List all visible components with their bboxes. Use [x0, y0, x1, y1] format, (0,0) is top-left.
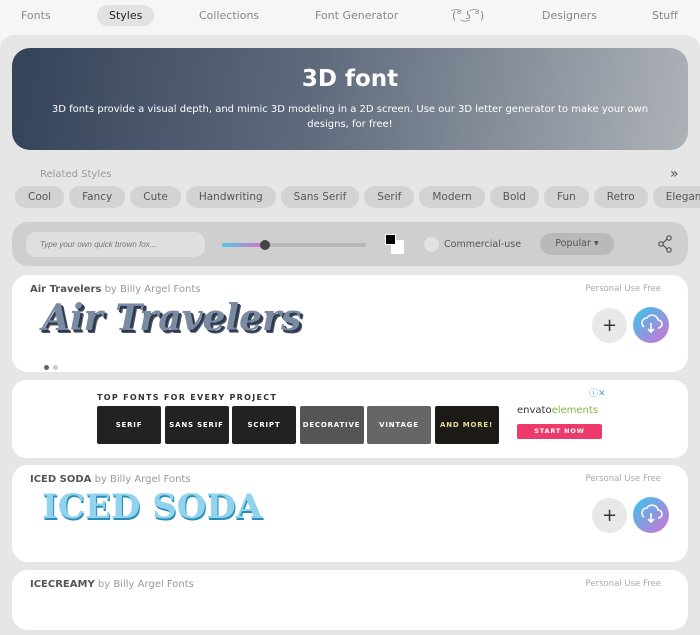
nav-lenny[interactable]: (͡° ͜ʖ ͡°)	[452, 9, 484, 22]
related-styles-list: Cool Fancy Cute Handwriting Sans Serif Serif M…	[15, 185, 700, 208]
chip-serif[interactable]: Serif	[364, 186, 415, 208]
chip-sans-serif[interactable]: Sans Serif	[280, 186, 360, 208]
download-icon	[641, 504, 663, 524]
font-author: by Billy Argel Fonts	[94, 579, 194, 590]
envato-logo[interactable]: envatoelements	[517, 405, 598, 416]
nav-font-generator[interactable]: Font Generator	[315, 9, 398, 22]
font-card: ICED SODA by Billy Argel Fonts Personal …	[12, 465, 688, 562]
nav-designers[interactable]: Designers	[542, 9, 597, 22]
font-title[interactable]: Air Travelers by Billy Argel Fonts	[30, 284, 201, 295]
chip-handwriting[interactable]: Handwriting	[185, 186, 276, 208]
nav-styles[interactable]: Styles	[97, 5, 155, 26]
chip-fancy[interactable]: Fancy	[69, 186, 126, 208]
font-name: ICED SODA	[30, 474, 92, 485]
download-button[interactable]	[633, 497, 669, 533]
font-title[interactable]: ICECREAMY by Billy Argel Fonts	[30, 579, 194, 590]
commercial-use-toggle[interactable]	[424, 237, 439, 252]
preview-toolbar: Commercial-use Popular ▾	[12, 222, 688, 266]
commercial-use-label: Commercial-use	[444, 239, 522, 250]
chip-cute[interactable]: Cute	[130, 186, 181, 208]
add-to-collection-button[interactable]: +	[592, 498, 627, 533]
add-to-collection-button[interactable]: +	[592, 308, 627, 343]
download-icon	[641, 314, 663, 334]
preview-text-input[interactable]	[26, 232, 205, 257]
ad-tile-more[interactable]: AND MORE!	[434, 406, 499, 444]
download-button[interactable]	[633, 307, 669, 343]
font-card: ICECREAMY by Billy Argel Fonts Personal …	[12, 570, 688, 630]
start-now-button[interactable]: START NOW	[517, 424, 602, 439]
ad-tile-script[interactable]: SCRIPT	[232, 406, 296, 444]
slider-fill	[222, 243, 266, 247]
font-name: ICECREAMY	[30, 579, 95, 590]
chip-elegant[interactable]: Elegant	[652, 186, 700, 208]
nav-collections[interactable]: Collections	[199, 9, 259, 22]
font-card: Air Travelers by Billy Argel Fonts Perso…	[12, 275, 688, 372]
ad-close-icon[interactable]: ⓘ✕	[589, 386, 606, 399]
related-styles-label: Related Styles	[40, 169, 112, 180]
chip-cool[interactable]: Cool	[15, 186, 65, 208]
ad-tile-vintage[interactable]: VINTAGE	[367, 406, 431, 444]
ad-tile-serif[interactable]: SERIF	[97, 406, 161, 444]
font-name: Air Travelers	[30, 284, 102, 295]
slider-handle[interactable]	[260, 240, 271, 250]
page-title: 3D font	[301, 66, 399, 92]
chip-retro[interactable]: Retro	[593, 186, 648, 208]
page-description: 3D fonts provide a visual depth, and mim…	[51, 104, 649, 130]
foreground-color-swatch[interactable]	[385, 234, 396, 245]
license-label: Personal Use Free	[585, 579, 661, 589]
license-label: Personal Use Free	[585, 474, 661, 484]
ad-tile-sans-serif[interactable]: SANS SERIF	[164, 406, 229, 444]
font-author: by Billy Argel Fonts	[101, 284, 201, 295]
nav-stuff[interactable]: Stuff	[652, 9, 678, 22]
size-slider[interactable]	[222, 240, 366, 250]
share-icon[interactable]	[657, 235, 673, 253]
preview-pagination[interactable]	[44, 355, 62, 374]
chip-bold[interactable]: Bold	[489, 186, 539, 208]
ad-tile-decorative[interactable]: DECORATIVE	[299, 406, 364, 444]
hero-banner: 3D font 3D fonts provide a visual depth,…	[12, 48, 688, 150]
chip-fun[interactable]: Fun	[543, 186, 589, 208]
font-author: by Billy Argel Fonts	[91, 474, 191, 485]
ad-title: TOP FONTS FOR EVERY PROJECT	[97, 393, 278, 402]
nav-fonts[interactable]: Fonts	[21, 9, 51, 22]
font-title[interactable]: ICED SODA by Billy Argel Fonts	[30, 474, 191, 485]
scroll-right-icon[interactable]: »	[670, 166, 679, 182]
top-nav: Fonts Styles Collections Font Generator …	[0, 0, 700, 33]
advertisement: TOP FONTS FOR EVERY PROJECT SERIF SANS S…	[12, 380, 688, 458]
chip-modern[interactable]: Modern	[419, 186, 485, 208]
main-content: 3D font 3D fonts provide a visual depth,…	[0, 35, 700, 635]
sort-dropdown[interactable]: Popular ▾	[540, 233, 614, 255]
font-preview[interactable]: ICED SODA	[42, 487, 262, 527]
font-preview[interactable]: Air Travelers	[42, 297, 301, 339]
license-label: Personal Use Free	[585, 284, 661, 294]
